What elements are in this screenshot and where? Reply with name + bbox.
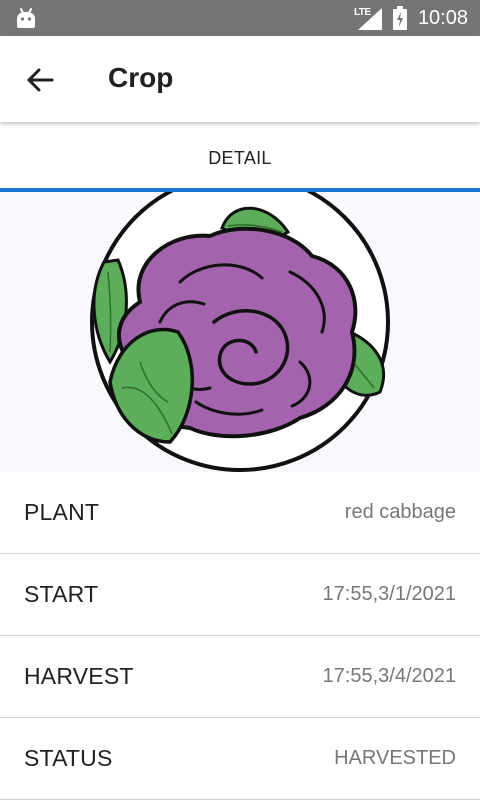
- status-value: HARVESTED: [334, 747, 456, 769]
- lte-signal-icon: LTE: [354, 6, 382, 30]
- start-label: START: [24, 581, 99, 607]
- start-value: 17:55,3/1/2021: [322, 583, 456, 605]
- status-clock: 10:08: [417, 6, 468, 29]
- status-bar: LTE 10:08: [0, 0, 480, 36]
- harvest-label: HARVEST: [24, 663, 134, 689]
- detail-row-status: STATUS HARVESTED: [0, 718, 480, 800]
- arrow-back-icon: [27, 68, 54, 92]
- crop-details-list: PLANT red cabbage START 17:55,3/1/2021 H…: [0, 472, 480, 800]
- tab-detail[interactable]: DETAIL: [0, 124, 480, 192]
- plant-label: PLANT: [24, 499, 100, 525]
- android-notification-icon: [17, 8, 35, 28]
- plant-value: red cabbage: [344, 501, 456, 523]
- crop-image-area: [0, 192, 480, 472]
- battery-charging-icon: [392, 6, 407, 30]
- harvest-value: 17:55,3/4/2021: [322, 665, 456, 687]
- detail-row-start: START 17:55,3/1/2021: [0, 554, 480, 636]
- status-label: STATUS: [24, 745, 113, 771]
- detail-row-harvest: HARVEST 17:55,3/4/2021: [0, 636, 480, 718]
- app-bar: Crop: [0, 36, 480, 122]
- tab-bar: DETAIL: [0, 124, 480, 192]
- page-title: Crop: [108, 62, 174, 93]
- detail-row-plant: PLANT red cabbage: [0, 472, 480, 554]
- red-cabbage-image: [90, 192, 390, 472]
- back-button[interactable]: [16, 58, 64, 102]
